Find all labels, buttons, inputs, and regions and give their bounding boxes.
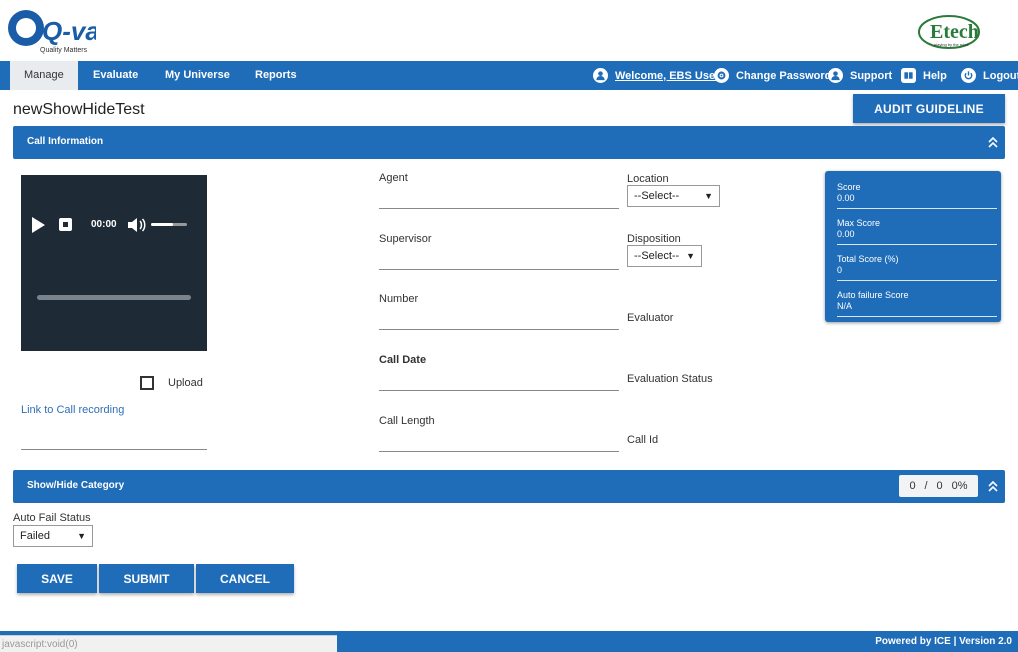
- powered-by-text: Powered by ICE | Version 2.0: [875, 636, 1012, 647]
- change-password-label: Change Password: [736, 69, 832, 82]
- logout-label: Logout: [983, 69, 1018, 82]
- book-icon: [901, 68, 916, 83]
- category-counter: 0 / 0 0%: [899, 475, 978, 497]
- number-input[interactable]: [379, 310, 619, 330]
- max-score-label: Max Score: [837, 218, 881, 228]
- auto-fail-status-label: Auto Fail Status: [13, 512, 91, 524]
- browser-status-url: javascript:void(0): [0, 635, 337, 652]
- auto-failure-score-value: N/A: [837, 301, 853, 311]
- collapse-chevron-icon[interactable]: [987, 135, 999, 149]
- score-value: 0.00: [837, 193, 855, 203]
- disposition-label: Disposition: [627, 233, 681, 245]
- logo-tagline: Quality Matters: [40, 47, 88, 54]
- cancel-button[interactable]: CANCEL: [196, 564, 294, 593]
- call-information-header[interactable]: Call Information: [13, 126, 1005, 159]
- upload-label: Upload: [168, 377, 203, 389]
- link-to-call-recording[interactable]: Link to Call recording: [21, 404, 124, 416]
- show-hide-category-header[interactable]: Show/Hide Category: [13, 470, 1005, 503]
- counter-answered: 0: [909, 480, 916, 492]
- dropdown-arrow-icon: ▼: [686, 251, 695, 261]
- change-password-link[interactable]: Change Password: [714, 61, 831, 90]
- total-score-value: 0: [837, 265, 843, 275]
- max-score-value: 0.00: [837, 229, 855, 239]
- save-button[interactable]: SAVE: [17, 564, 97, 593]
- call-id-label: Call Id: [627, 434, 659, 446]
- welcome-text: Welcome, EBS User: [615, 69, 720, 82]
- gear-icon: [714, 68, 729, 83]
- seek-bar[interactable]: [37, 295, 191, 300]
- help-label: Help: [923, 69, 947, 82]
- agent-label: Agent: [379, 172, 408, 184]
- location-select[interactable]: --Select-- ▼: [627, 185, 720, 207]
- main-nav: Manage Evaluate My Universe Reports Welc…: [0, 61, 1018, 90]
- collapse-chevron-icon[interactable]: [987, 479, 999, 493]
- max-score-row: Max Score 0.00: [837, 218, 997, 245]
- show-hide-category-label: Show/Hide Category: [27, 480, 125, 491]
- score-summary: Score 0.00 Max Score 0.00 Total Score (%…: [825, 171, 1001, 322]
- call-information-label: Call Information: [27, 136, 104, 147]
- agent-input[interactable]: [379, 189, 619, 209]
- audio-player: 00:00: [21, 175, 207, 351]
- location-select-value: --Select--: [634, 190, 680, 202]
- etech-wordmark: Etech: [930, 21, 979, 43]
- dropdown-arrow-icon: ▼: [77, 531, 86, 541]
- auto-failure-score-label: Auto failure Score: [837, 290, 909, 300]
- call-length-input[interactable]: [379, 432, 619, 452]
- auto-fail-status-value: Failed: [20, 530, 50, 542]
- location-label: Location: [627, 173, 669, 185]
- upload-checkbox[interactable]: [140, 376, 154, 390]
- stop-icon[interactable]: [59, 218, 72, 231]
- total-score-label: Total Score (%): [837, 254, 899, 264]
- evaluator-label: Evaluator: [627, 312, 674, 324]
- support-link[interactable]: Support: [828, 61, 892, 90]
- nav-tab-evaluate[interactable]: Evaluate: [93, 61, 138, 90]
- etech-tagline: playing by the rules: [934, 42, 968, 47]
- logout-link[interactable]: Logout: [961, 61, 1018, 90]
- logo-wordmark: Q-val: [42, 16, 96, 46]
- audit-guideline-button[interactable]: AUDIT GUIDELINE: [853, 94, 1005, 123]
- help-link[interactable]: Help: [901, 61, 947, 90]
- page-title: newShowHideTest: [13, 101, 145, 118]
- submit-button[interactable]: SUBMIT: [99, 564, 194, 593]
- supervisor-label: Supervisor: [379, 233, 432, 245]
- player-time: 00:00: [91, 219, 117, 230]
- auto-fail-status-select[interactable]: Failed ▼: [13, 525, 93, 547]
- welcome-link[interactable]: Welcome, EBS User: [593, 61, 719, 90]
- number-label: Number: [379, 293, 419, 305]
- counter-total: 0: [936, 480, 943, 492]
- call-date-input[interactable]: [379, 371, 619, 391]
- supervisor-input[interactable]: [379, 250, 619, 270]
- dropdown-arrow-icon: ▼: [704, 191, 713, 201]
- nav-tab-reports[interactable]: Reports: [255, 61, 297, 90]
- support-user-icon: [828, 68, 843, 83]
- power-icon: [961, 68, 976, 83]
- disposition-select-value: --Select--: [634, 250, 680, 262]
- nav-tab-manage[interactable]: Manage: [10, 61, 78, 90]
- volume-icon[interactable]: [127, 217, 147, 233]
- score-label: Score: [837, 182, 861, 192]
- support-label: Support: [850, 69, 893, 82]
- play-icon[interactable]: [32, 217, 45, 233]
- counter-separator: /: [924, 480, 928, 492]
- call-length-label: Call Length: [379, 415, 435, 427]
- user-icon: [593, 68, 608, 83]
- etech-logo: Etech playing by the rules: [916, 12, 982, 52]
- counter-percent: 0%: [951, 480, 968, 492]
- qval-logo: Q-val Quality Matters: [6, 8, 108, 54]
- evaluation-status-label: Evaluation Status: [627, 373, 713, 385]
- nav-tab-my-universe[interactable]: My Universe: [165, 61, 230, 90]
- call-recording-link-input[interactable]: [21, 426, 207, 450]
- call-date-label: Call Date: [379, 354, 427, 366]
- disposition-select[interactable]: --Select-- ▼: [627, 245, 702, 267]
- total-score-row: Total Score (%) 0: [837, 254, 997, 281]
- volume-slider[interactable]: [151, 223, 187, 226]
- auto-failure-score-row: Auto failure Score N/A: [837, 290, 997, 317]
- score-row: Score 0.00: [837, 182, 997, 209]
